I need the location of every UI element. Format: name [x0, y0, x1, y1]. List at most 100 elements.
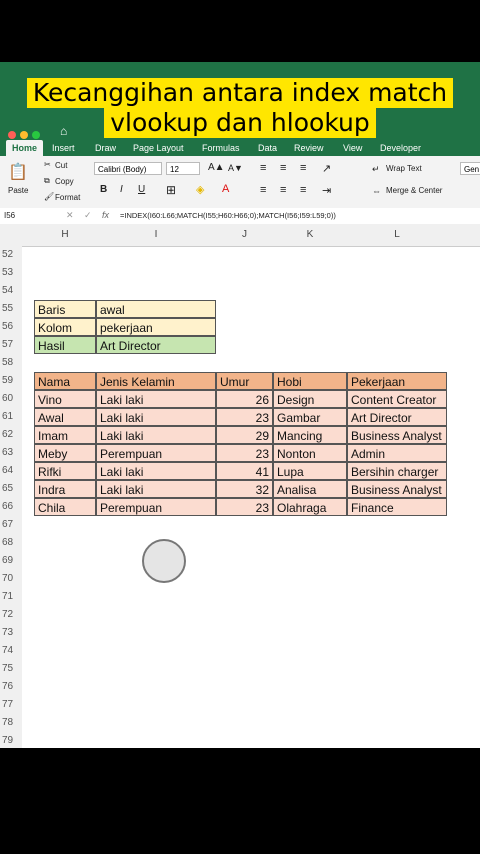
row-header[interactable]: 59	[0, 372, 22, 390]
tab-data[interactable]: Data	[258, 140, 277, 156]
row-header[interactable]: 62	[0, 426, 22, 444]
fx-icon[interactable]: fx	[102, 210, 109, 220]
confirm-icon[interactable]: ✓	[84, 210, 92, 221]
table-row-cell[interactable]: Indra	[34, 480, 96, 498]
table-row-cell[interactable]: Analisa	[273, 480, 347, 498]
row-header[interactable]: 71	[0, 588, 22, 606]
row-header[interactable]: 75	[0, 660, 22, 678]
italic-icon[interactable]: I	[120, 184, 123, 195]
table-row-cell[interactable]: 32	[216, 480, 273, 498]
column-header-h[interactable]: H	[34, 224, 96, 246]
row-header[interactable]: 61	[0, 408, 22, 426]
tab-home[interactable]: Home	[6, 140, 44, 156]
tab-review[interactable]: Review	[294, 140, 324, 156]
table-row-cell[interactable]: Laki laki	[96, 408, 216, 426]
number-format-select[interactable]: Gen	[460, 162, 480, 175]
table-row-cell[interactable]: Business Analyst	[347, 480, 447, 498]
tab-draw[interactable]: Draw	[95, 140, 116, 156]
format-painter-button[interactable]: Format	[55, 193, 80, 202]
row-header[interactable]: 60	[0, 390, 22, 408]
close-dot[interactable]	[8, 131, 16, 139]
lookup-label-cell[interactable]: Baris	[34, 300, 96, 318]
row-header[interactable]: 56	[0, 318, 22, 336]
row-header[interactable]: 54	[0, 282, 22, 300]
table-row-cell[interactable]: Laki laki	[96, 462, 216, 480]
table-header-cell[interactable]: Umur	[216, 372, 273, 390]
table-header-cell[interactable]: Jenis Kelamin	[96, 372, 216, 390]
indent-icon[interactable]: ⇥	[322, 184, 331, 197]
row-header[interactable]: 76	[0, 678, 22, 696]
lookup-label-cell[interactable]: Hasil	[34, 336, 96, 354]
align-top-icon[interactable]: ≡	[260, 162, 266, 174]
font-name-select[interactable]: Calibri (Body)	[94, 162, 162, 175]
table-row-cell[interactable]: Laki laki	[96, 480, 216, 498]
grow-font-icon[interactable]: A▲	[208, 162, 225, 173]
table-row-cell[interactable]: Bersihin charger	[347, 462, 447, 480]
tab-insert[interactable]: Insert	[52, 140, 75, 156]
cancel-icon[interactable]: ✕	[66, 210, 74, 221]
table-row-cell[interactable]: Nonton	[273, 444, 347, 462]
formula-input[interactable]: =INDEX(I60:L66;MATCH(I55;H60:H66;0);MATC…	[120, 211, 336, 220]
row-header[interactable]: 68	[0, 534, 22, 552]
paste-icon[interactable]: 📋	[8, 162, 28, 182]
table-row-cell[interactable]: Imam	[34, 426, 96, 444]
row-header[interactable]: 53	[0, 264, 22, 282]
align-center-icon[interactable]: ≡	[280, 184, 286, 196]
table-header-cell[interactable]: Nama	[34, 372, 96, 390]
row-header[interactable]: 70	[0, 570, 22, 588]
table-row-cell[interactable]: Meby	[34, 444, 96, 462]
borders-icon[interactable]: ⊞	[166, 183, 176, 197]
row-header[interactable]: 67	[0, 516, 22, 534]
table-row-cell[interactable]: Business Analyst	[347, 426, 447, 444]
table-row-cell[interactable]: 23	[216, 408, 273, 426]
shrink-font-icon[interactable]: A▼	[228, 163, 243, 173]
row-header[interactable]: 73	[0, 624, 22, 642]
row-header[interactable]: 65	[0, 480, 22, 498]
table-row-cell[interactable]: Perempuan	[96, 498, 216, 516]
tab-formulas[interactable]: Formulas	[202, 140, 240, 156]
table-row-cell[interactable]: Art Director	[347, 408, 447, 426]
underline-icon[interactable]: U	[138, 184, 145, 195]
lookup-value-cell[interactable]: pekerjaan	[96, 318, 216, 336]
tab-developer[interactable]: Developer	[380, 140, 421, 156]
table-row-cell[interactable]: Olahraga	[273, 498, 347, 516]
column-header-l[interactable]: L	[347, 224, 447, 246]
column-header-j[interactable]: J	[216, 224, 273, 246]
tab-page-layout[interactable]: Page Layout	[133, 140, 184, 156]
table-row-cell[interactable]: 23	[216, 444, 273, 462]
row-header[interactable]: 57	[0, 336, 22, 354]
align-middle-icon[interactable]: ≡	[280, 162, 286, 174]
row-header[interactable]: 52	[0, 246, 22, 264]
align-bottom-icon[interactable]: ≡	[300, 162, 306, 174]
table-header-cell[interactable]: Hobi	[273, 372, 347, 390]
table-row-cell[interactable]: Perempuan	[96, 444, 216, 462]
row-header[interactable]: 63	[0, 444, 22, 462]
table-row-cell[interactable]: Rifki	[34, 462, 96, 480]
copy-button[interactable]: Copy	[55, 177, 74, 186]
name-box[interactable]: I56	[4, 211, 15, 220]
row-header[interactable]: 79	[0, 732, 22, 748]
table-row-cell[interactable]: Vino	[34, 390, 96, 408]
tab-view[interactable]: View	[343, 140, 362, 156]
merge-center-button[interactable]: Merge & Center	[386, 186, 442, 195]
row-header[interactable]: 74	[0, 642, 22, 660]
table-row-cell[interactable]: Awal	[34, 408, 96, 426]
orientation-icon[interactable]: ↗	[322, 162, 331, 175]
font-size-select[interactable]: 12	[166, 162, 200, 175]
align-right-icon[interactable]: ≡	[300, 184, 306, 196]
table-row-cell[interactable]: 23	[216, 498, 273, 516]
cut-button[interactable]: Cut	[55, 161, 67, 170]
column-header-k[interactable]: K	[273, 224, 347, 246]
row-header[interactable]: 72	[0, 606, 22, 624]
table-row-cell[interactable]: Admin	[347, 444, 447, 462]
row-header[interactable]: 58	[0, 354, 22, 372]
table-row-cell[interactable]: 41	[216, 462, 273, 480]
bold-icon[interactable]: B	[100, 184, 107, 195]
table-row-cell[interactable]: Laki laki	[96, 426, 216, 444]
row-header[interactable]: 66	[0, 498, 22, 516]
table-row-cell[interactable]: Laki laki	[96, 390, 216, 408]
table-row-cell[interactable]: Finance	[347, 498, 447, 516]
lookup-label-cell[interactable]: Kolom	[34, 318, 96, 336]
column-header-i[interactable]: I	[96, 224, 216, 246]
font-color-icon[interactable]: A	[222, 183, 229, 195]
